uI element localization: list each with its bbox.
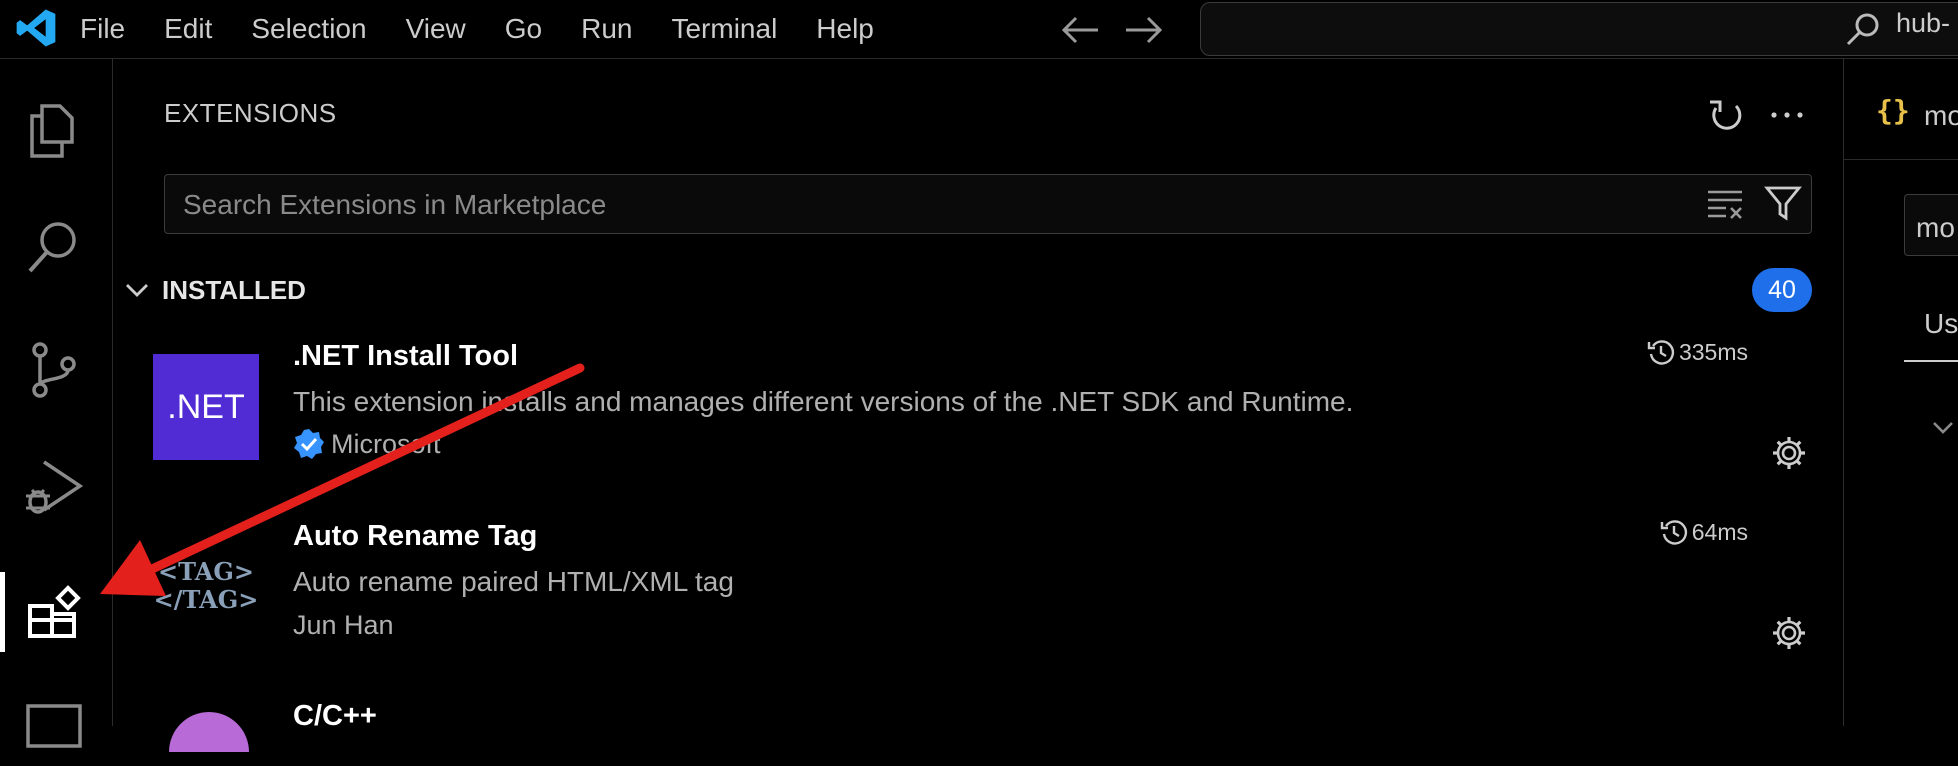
- refresh-icon[interactable]: [1706, 96, 1744, 134]
- extension-item-auto-rename-tag[interactable]: <TAG> </TAG> Auto Rename Tag Auto rename…: [113, 519, 1843, 714]
- vscode-logo-icon[interactable]: [14, 6, 58, 50]
- active-tab-underline: [1904, 360, 1958, 362]
- clear-filter-icon[interactable]: [1706, 186, 1746, 222]
- menu-edit[interactable]: Edit: [164, 0, 212, 58]
- manage-gear-icon[interactable]: [1770, 614, 1808, 652]
- section-label: INSTALLED: [162, 274, 306, 305]
- extension-item-cpp[interactable]: C/C++: [113, 700, 1843, 752]
- filter-icon[interactable]: [1764, 184, 1802, 222]
- verified-publisher-icon: [293, 428, 325, 460]
- menu-bar: File Edit Selection View Go Run Terminal…: [80, 0, 913, 58]
- manage-gear-icon[interactable]: [1770, 434, 1808, 472]
- extension-name: .NET Install Tool: [293, 340, 519, 372]
- menu-terminal[interactable]: Terminal: [671, 0, 777, 58]
- activation-time-text: 335ms: [1678, 338, 1748, 365]
- menu-view[interactable]: View: [406, 0, 466, 58]
- chevron-down-icon: [122, 275, 152, 305]
- activation-time: 64ms: [1660, 518, 1748, 546]
- extension-description: Auto rename paired HTML/XML tag: [293, 566, 734, 597]
- menu-selection[interactable]: Selection: [251, 0, 366, 58]
- installed-section-header[interactable]: INSTALLED: [122, 270, 306, 310]
- extension-item-dotnet[interactable]: .NET .NET Install Tool This extension in…: [113, 339, 1843, 534]
- installed-count-badge: 40: [1752, 268, 1812, 312]
- command-center-text: hub-: [1896, 8, 1951, 38]
- tag-logo-icon: <TAG> </TAG>: [153, 534, 259, 640]
- cpp-logo-icon: [169, 712, 249, 752]
- extension-name: C/C++: [293, 700, 377, 732]
- run-debug-icon[interactable]: [22, 456, 86, 520]
- menu-go[interactable]: Go: [505, 0, 542, 58]
- panel-title: EXTENSIONS: [164, 98, 337, 128]
- history-icon: [1647, 340, 1675, 365]
- explorer-icon[interactable]: [22, 98, 86, 162]
- activation-time-text: 64ms: [1691, 518, 1748, 545]
- json-file-icon: {}: [1876, 94, 1910, 127]
- panel-icon[interactable]: [22, 702, 86, 766]
- svg-text:<TAG>: <TAG>: [158, 557, 254, 586]
- history-icon: [1660, 520, 1687, 545]
- svg-text:</TAG>: </TAG>: [154, 585, 259, 614]
- editor-tab-label: mo: [1924, 100, 1958, 131]
- search-icon: [1844, 10, 1882, 48]
- menu-file[interactable]: File: [80, 0, 125, 58]
- settings-search-text: mo: [1916, 212, 1955, 243]
- publisher-name: Jun Han: [293, 610, 394, 640]
- extension-description: This extension installs and manages diff…: [293, 386, 1354, 417]
- title-bar: File Edit Selection View Go Run Terminal…: [0, 0, 1958, 59]
- menu-run[interactable]: Run: [581, 0, 632, 58]
- extensions-search-box: [164, 174, 1812, 235]
- activation-time: 335ms: [1647, 338, 1748, 366]
- menu-help[interactable]: Help: [816, 0, 874, 58]
- forward-arrow-icon[interactable]: [1122, 12, 1166, 48]
- extensions-search-input[interactable]: [181, 175, 1665, 235]
- extension-publisher: Microsoft: [293, 428, 441, 460]
- navigation-buttons: [1058, 12, 1166, 48]
- settings-tab-user[interactable]: Us: [1924, 308, 1958, 340]
- extension-publisher: Jun Han: [293, 610, 394, 641]
- active-view-indicator: [0, 572, 5, 652]
- publisher-name: Microsoft: [331, 428, 441, 459]
- dotnet-logo-icon: .NET: [153, 354, 259, 460]
- extension-name: Auto Rename Tag: [293, 520, 538, 552]
- back-arrow-icon[interactable]: [1058, 12, 1102, 48]
- more-actions-icon[interactable]: [1768, 96, 1806, 134]
- chevron-down-icon[interactable]: [1930, 414, 1956, 440]
- search-icon[interactable]: [22, 216, 86, 280]
- source-control-icon[interactable]: [22, 338, 86, 402]
- extensions-icon[interactable]: [22, 580, 86, 644]
